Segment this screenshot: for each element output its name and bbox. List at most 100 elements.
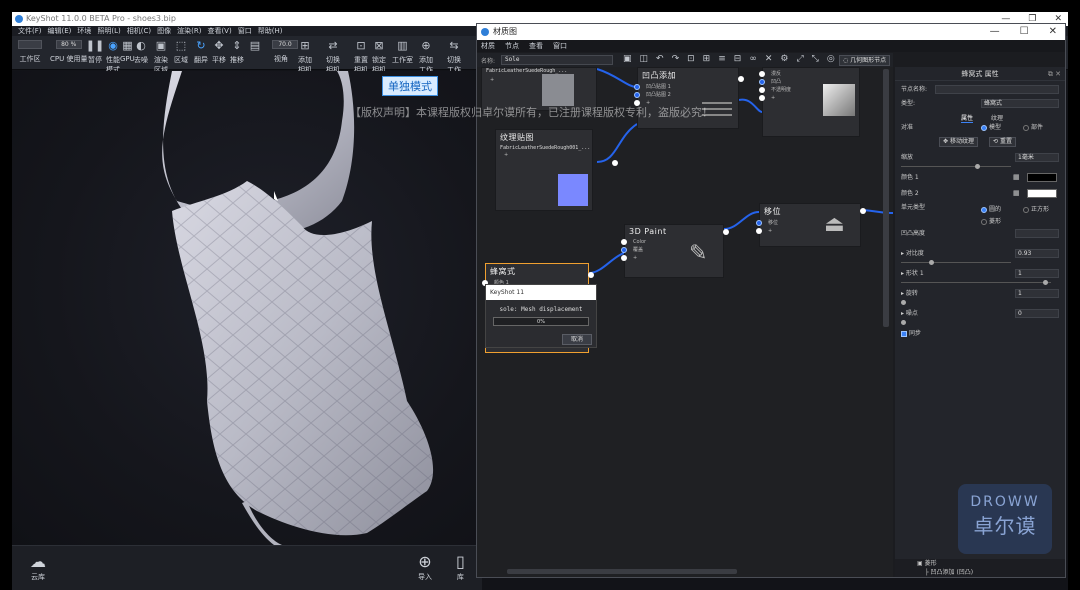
menu-help[interactable]: 帮助(H) xyxy=(258,26,283,36)
color2-swatch[interactable] xyxy=(1027,189,1057,198)
color1-swatch[interactable] xyxy=(1027,173,1057,182)
collapse-icon[interactable]: ⤡ xyxy=(812,54,819,64)
fov-control[interactable]: ▤ 70.0 视角 xyxy=(250,40,298,64)
tree-item-bump-add[interactable]: ├ 凹凸添加 (凹凸) xyxy=(895,568,1065,577)
zoom-fit-icon[interactable]: ⊡ xyxy=(687,54,695,64)
gpu-button[interactable]: ▦ GPU xyxy=(120,40,135,64)
pause-button[interactable]: ❚❚ 暂停 xyxy=(86,40,104,65)
node-graph-canvas[interactable]: FabricLeatherSuedeRough_... + 纹理贴图 Fabri… xyxy=(477,67,893,577)
contrast-slider[interactable] xyxy=(901,262,1011,263)
bump-add-out-port[interactable] xyxy=(738,76,744,82)
shape1-slider[interactable] xyxy=(901,282,1051,283)
bump-height-field[interactable] xyxy=(1015,229,1059,238)
region-button[interactable]: ⬚ 区域 xyxy=(174,40,188,65)
workspace-button[interactable]: 工作区 xyxy=(18,40,42,64)
menu-file[interactable]: 文件(F) xyxy=(18,26,42,36)
menu-environment[interactable]: 环境 xyxy=(77,26,91,36)
material-node[interactable]: 漫反 凹凸 不透明度 + xyxy=(759,67,860,137)
texture-map-node[interactable]: 纹理贴图 FabricLeatherSuedeRough001_... + xyxy=(495,129,618,211)
geometry-node-button[interactable]: ◌ 几何图形节点 xyxy=(839,55,891,66)
mg-menu-material[interactable]: 材质 xyxy=(481,40,495,52)
menu-window[interactable]: 窗口 xyxy=(238,26,252,36)
render-viewport[interactable]: 单独模式 xyxy=(12,71,482,545)
mg-maximize-button[interactable]: ☐ xyxy=(1020,24,1029,40)
dialog-cancel-button[interactable]: 取消 xyxy=(562,334,592,345)
tab-texture[interactable]: 纹理 xyxy=(991,113,1003,122)
mapping-option-model[interactable]: 模型 xyxy=(981,123,1001,133)
solo-mode-badge[interactable]: 单独模式 xyxy=(382,76,438,96)
render-area-button[interactable]: ▣ 渲染 区域 xyxy=(152,40,170,75)
scale-field[interactable]: 1毫米 xyxy=(1015,153,1059,162)
mg-minimize-button[interactable]: — xyxy=(990,24,1000,40)
reset-camera-button[interactable]: ⊡ 重置 相机 xyxy=(352,40,370,75)
dolly-button[interactable]: ⇕ 推移 xyxy=(230,40,244,65)
cell-type-round[interactable]: 圆的 xyxy=(981,205,1001,215)
menu-edit[interactable]: 编辑(E) xyxy=(48,26,72,36)
contrast-slider-knob[interactable] xyxy=(929,260,934,265)
menu-view[interactable]: 查看(V) xyxy=(207,26,231,36)
tab-properties[interactable]: 属性 xyxy=(961,113,974,123)
cpu-usage-control[interactable]: 80 % CPU 使用量 xyxy=(50,40,87,64)
mapping-option-part[interactable]: 部件 xyxy=(1023,123,1043,133)
type-field[interactable]: 蜂窝式 xyxy=(981,99,1059,108)
menu-render[interactable]: 渲染(R) xyxy=(177,26,201,36)
pan-button[interactable]: ✥ 平移 xyxy=(212,40,226,65)
cellular-out-port[interactable] xyxy=(588,272,594,278)
redo-icon[interactable]: ↷ xyxy=(672,54,680,64)
checker-icon[interactable]: ▦ xyxy=(1013,173,1020,181)
reset-button[interactable]: ⟲ 重置 xyxy=(989,137,1016,147)
expand-icon[interactable]: ⤢ xyxy=(796,54,803,64)
noise-slider-knob[interactable] xyxy=(901,320,906,325)
fov-field[interactable]: 70.0 xyxy=(272,40,298,49)
tumble-button[interactable]: ↻ 翻异 xyxy=(194,40,208,65)
cloud-library-button[interactable]: ☁ 云库 xyxy=(30,552,46,582)
rotation-slider-knob[interactable] xyxy=(901,300,906,305)
mg-menu-node[interactable]: 节点 xyxy=(505,40,519,52)
paint3d-node[interactable]: 3D Paint Color 覆盖 + ✎ xyxy=(621,224,729,278)
panel-float-icon[interactable]: ⧉ ✕ xyxy=(1048,67,1061,81)
texture-map-out-port[interactable] xyxy=(612,160,618,166)
switch-camera-button[interactable]: ⇄ 切换 相机 xyxy=(324,40,342,75)
cell-type-diamond[interactable]: 菱形 xyxy=(981,217,1001,227)
displacement-node[interactable]: 移位 移位 + ⏏ xyxy=(756,203,866,247)
cpu-usage-field[interactable]: 80 % xyxy=(55,40,82,49)
menu-image[interactable]: 图像 xyxy=(157,26,171,36)
align-icon[interactable]: ≡ xyxy=(718,54,726,64)
shape1-slider-knob[interactable] xyxy=(1043,280,1048,285)
noise-field[interactable]: 0 xyxy=(1015,309,1059,318)
bump-add-node[interactable]: 凹凸添加 凹凸贴图 1 凹凸贴图 2 + xyxy=(634,67,744,129)
sync-checkbox[interactable]: 同步 xyxy=(901,329,921,339)
library-button[interactable]: ▯ 库 xyxy=(456,552,465,582)
tree-item-root[interactable]: ▣ 菱形 xyxy=(895,559,1065,568)
contrast-field[interactable]: 0.93 xyxy=(1015,249,1059,258)
mg-menu-window[interactable]: 窗口 xyxy=(553,40,567,52)
node-name-field[interactable] xyxy=(935,85,1059,94)
undo-icon[interactable]: ↶ xyxy=(656,54,664,64)
lock-camera-button[interactable]: ⊠ 锁定 相机 xyxy=(370,40,388,75)
cell-type-square[interactable]: 正方形 xyxy=(1023,205,1049,215)
scale-slider[interactable] xyxy=(901,166,1011,167)
preview-icon[interactable]: ◎ xyxy=(827,54,835,64)
mg-menu-view[interactable]: 查看 xyxy=(529,40,543,52)
shape1-field[interactable]: 1 xyxy=(1015,269,1059,278)
group-icon[interactable]: ⊟ xyxy=(734,54,742,64)
graph-horizontal-scrollbar[interactable] xyxy=(507,569,737,574)
move-texture-button[interactable]: ✥ 移动纹理 xyxy=(939,137,978,147)
menu-camera[interactable]: 相机(C) xyxy=(127,26,151,36)
denoise-button[interactable]: ◐ 去噪 xyxy=(134,40,148,65)
save-icon[interactable]: ▣ xyxy=(623,54,632,64)
settings-icon[interactable]: ⚙ xyxy=(780,54,788,64)
paint3d-out-port[interactable] xyxy=(723,229,729,235)
material-name-field[interactable]: Sole xyxy=(501,55,613,65)
workspace-select[interactable] xyxy=(18,40,42,49)
checker-icon[interactable]: ▦ xyxy=(1013,189,1020,197)
screenshot-icon[interactable]: ◫ xyxy=(640,54,649,64)
rotation-field[interactable]: 1 xyxy=(1015,289,1059,298)
mg-close-button[interactable]: ✕ xyxy=(1049,24,1057,40)
menu-lighting[interactable]: 照明(L) xyxy=(97,26,120,36)
add-camera-button[interactable]: ⊞ 添加 相机 xyxy=(296,40,314,75)
link-icon[interactable]: ∞ xyxy=(749,54,757,64)
scale-slider-knob[interactable] xyxy=(975,164,980,169)
displacement-out-port[interactable] xyxy=(860,208,866,214)
studio-button[interactable]: ▥ 工作室 xyxy=(392,40,413,65)
